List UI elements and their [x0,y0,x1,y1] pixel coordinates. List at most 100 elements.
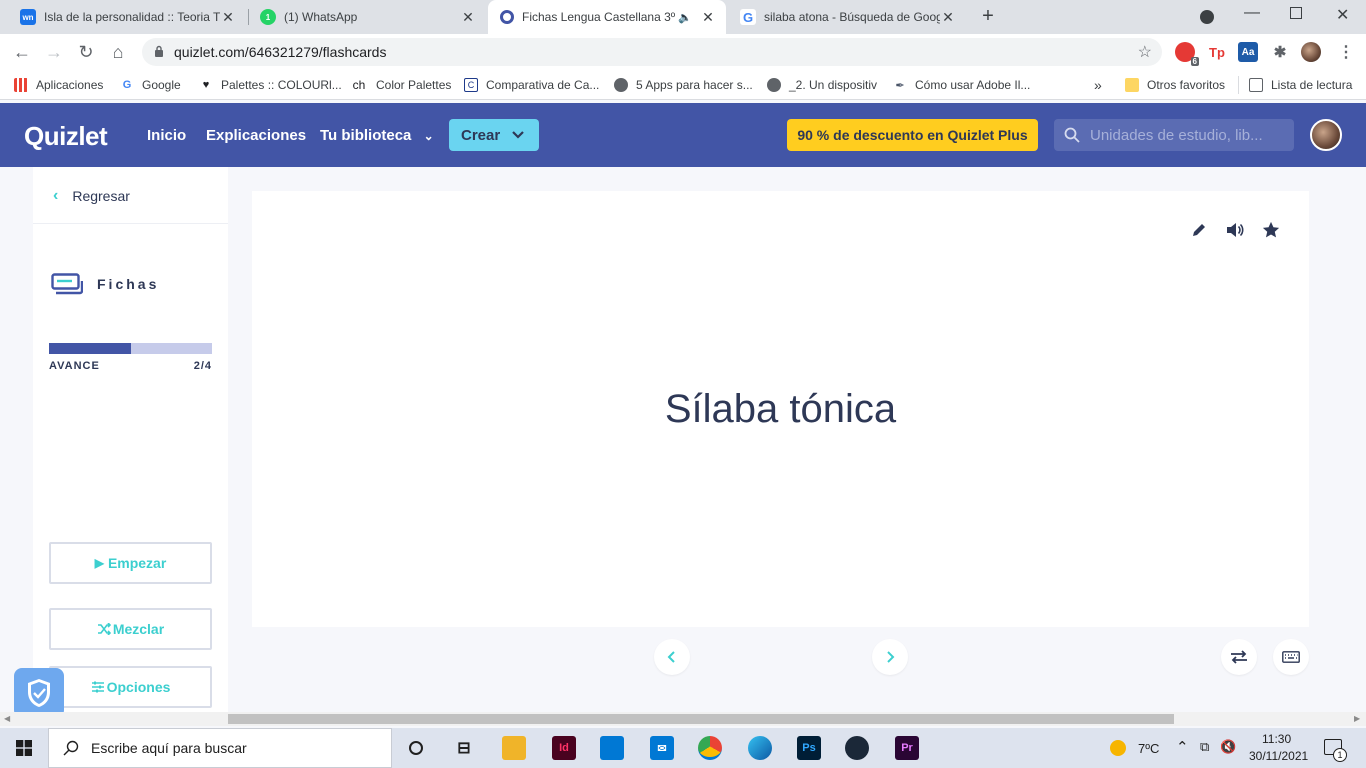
mail-icon[interactable]: ✉ [650,736,674,760]
bookmark-otros-favoritos[interactable]: Otros favoritos [1125,76,1225,94]
close-tab-icon[interactable]: ✕ [940,9,956,26]
chevron-up-icon[interactable]: ⌃ [1176,738,1189,756]
tp-extension-icon[interactable]: Tp [1207,42,1227,62]
regresar-link[interactable]: ‹ Regresar [53,187,130,205]
speaker-audio-playing-icon[interactable]: 🔈 [678,11,692,24]
edge-icon[interactable] [748,736,772,760]
chevron-down-icon [512,131,524,139]
mezclar-button[interactable]: Mezclar [49,608,212,650]
kebab-menu-icon[interactable]: ⋮ [1336,42,1356,62]
crear-label: Crear [461,126,501,144]
reload-icon[interactable]: ↻ [74,40,98,64]
crear-button[interactable]: Crear [449,119,539,151]
cortana-circle-icon[interactable] [404,736,428,760]
close-tab-icon[interactable]: ✕ [220,9,236,26]
flip-card-button[interactable] [1221,639,1257,675]
photoshop-icon[interactable]: Ps [797,736,821,760]
flashcards-sidebar: ‹ Regresar Fichas AVANCE 2/4 ▶ Empezar M… [33,167,228,712]
weather-sun-icon[interactable] [1110,740,1126,756]
tab-silaba-atona[interactable]: G silaba atona - Búsqueda de Goog ✕ [728,0,966,34]
bookmark-lista-lectura[interactable]: Lista de lectura [1249,76,1352,94]
mezclar-label: Mezclar [112,621,165,637]
microsoft-store-icon[interactable] [600,736,624,760]
horizontal-scrollbar[interactable]: ◀ ▶ [0,712,1366,726]
bookmark-palettes-colourlovers[interactable]: ♥ Palettes :: COLOURl... [199,76,342,94]
scroll-left-arrow-icon[interactable]: ◀ [4,714,10,723]
bookmark-google[interactable]: G Google [120,76,181,94]
user-avatar[interactable] [1310,119,1342,151]
nav-tu-biblioteca[interactable]: Tu biblioteca ⌄ [320,127,434,144]
empezar-label: Empezar [107,555,167,571]
more-bookmarks-chevron-icon[interactable]: » [1094,76,1102,94]
study-mode-selector[interactable]: Fichas [51,273,159,295]
star-icon[interactable] [1260,219,1282,241]
restore-icon[interactable] [1290,7,1302,19]
opciones-button[interactable]: Opciones [49,666,212,708]
chevron-right-icon [887,651,895,663]
tab-whatsapp[interactable]: 1 (1) WhatsApp ✕ [248,0,486,34]
volume-muted-icon[interactable]: 🔇 [1220,739,1236,755]
bookmark-label: Lista de lectura [1271,78,1353,92]
browser-tab-strip: wn Isla de la personalidad :: Teoria TI … [0,0,1366,34]
dictionary-extension-icon[interactable]: Aa [1238,42,1258,62]
task-view-icon[interactable]: ⊟ [452,736,476,760]
windows-start-icon[interactable] [16,740,32,756]
forward-arrow-icon[interactable]: → [42,40,66,64]
keyboard-icon [1282,651,1300,663]
shield-extension-button[interactable] [14,668,64,718]
quizlet-logo[interactable]: Quizlet [24,121,108,152]
edit-pencil-icon[interactable] [1188,219,1210,241]
scroll-right-arrow-icon[interactable]: ▶ [1354,714,1360,723]
tab-isla-personalidad[interactable]: wn Isla de la personalidad :: Teoria TI … [8,0,246,34]
tab-title: (1) WhatsApp [284,10,358,24]
network-icon[interactable]: ⧉ [1200,739,1209,755]
bookmark-star-icon[interactable]: ☆ [1138,42,1152,62]
profile-avatar-icon[interactable] [1301,42,1321,62]
taskbar-search-box[interactable]: Escribe aquí para buscar [48,728,392,768]
bookmark-5-apps[interactable]: 5 Apps para hacer s... [614,76,753,94]
minimize-icon[interactable]: — [1244,4,1260,22]
bookmark-adobe-illustrator[interactable]: ✒ Cómo usar Adobe Il... [893,76,1030,94]
quizlet-plus-promo-button[interactable]: 90 % de descuento en Quizlet Plus [787,119,1038,151]
bookmark-comparativa[interactable]: C Comparativa de Ca... [464,76,599,94]
scrollbar-thumb[interactable] [228,714,1174,724]
empezar-button[interactable]: ▶ Empezar [49,542,212,584]
bookmark-label: Comparativa de Ca... [486,78,600,92]
chrome-icon[interactable] [698,736,722,760]
bookmark-apps[interactable]: Aplicaciones [14,76,103,94]
weather-temperature[interactable]: 7ºC [1138,741,1159,756]
search-box[interactable] [1054,119,1294,151]
speaker-audio-icon[interactable] [1224,219,1246,241]
nav-explicaciones[interactable]: Explicaciones [206,127,306,144]
next-card-button[interactable] [872,639,908,675]
bookmark-label: Otros favoritos [1147,78,1226,92]
flashcard[interactable]: Sílaba tónica [252,191,1309,627]
indesign-icon[interactable]: Id [552,736,576,760]
clock-date[interactable]: 30/11/2021 [1249,749,1308,763]
bookmark-color-palettes[interactable]: ch Color Palettes [350,76,452,94]
file-explorer-icon[interactable] [502,736,526,760]
address-bar[interactable]: quizlet.com/646321279/flashcards ☆ [142,38,1162,66]
keyboard-shortcuts-button[interactable] [1273,639,1309,675]
nav-inicio[interactable]: Inicio [147,127,186,144]
close-window-icon[interactable]: ✕ [1336,5,1349,25]
tab-search-icon[interactable] [1200,10,1214,24]
nav-label: Tu biblioteca [320,127,412,144]
previous-card-button[interactable] [654,639,690,675]
home-icon[interactable]: ⌂ [106,40,130,64]
puzzle-extensions-icon[interactable]: ✱ [1270,42,1290,62]
google-favicon-icon: G [740,9,756,25]
bookmark-un-dispositivo[interactable]: _2. Un dispositiv [767,76,877,94]
back-arrow-icon[interactable]: ← [10,40,34,64]
premiere-icon[interactable]: Pr [895,736,919,760]
close-tab-icon[interactable]: ✕ [700,9,716,26]
new-tab-plus-icon[interactable]: + [978,6,998,26]
tab-fichas-lengua[interactable]: Fichas Lengua Castellana 3º 🔈 ✕ [488,0,726,34]
steam-icon[interactable] [845,736,869,760]
reading-list-icon [1249,78,1263,92]
clock-time[interactable]: 11:30 [1262,732,1291,746]
adblock-extension-icon[interactable]: 6 [1175,42,1199,66]
search-input[interactable] [1090,119,1290,151]
chevron-left-icon [667,651,675,663]
close-tab-icon[interactable]: ✕ [460,9,476,26]
